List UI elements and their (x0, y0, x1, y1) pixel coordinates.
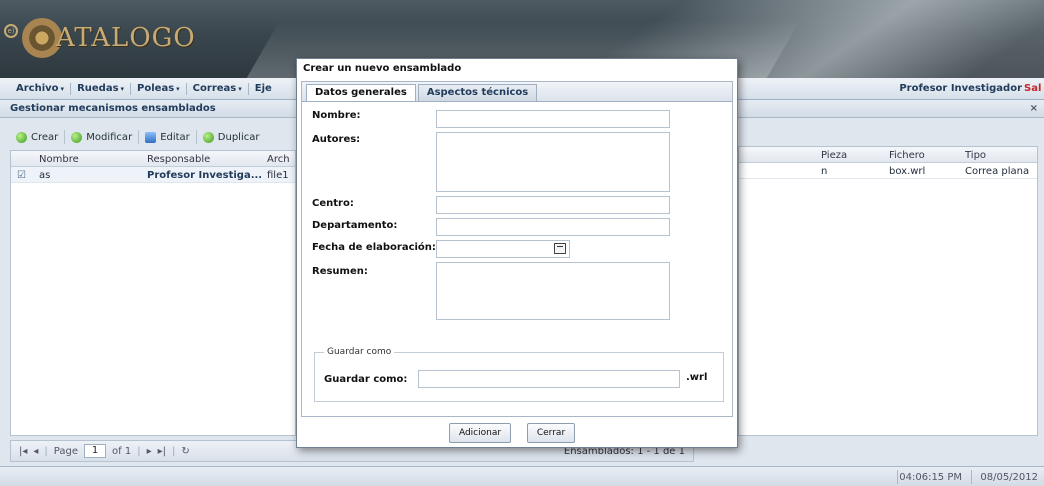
departamento-label: Departamento: (312, 220, 398, 231)
centro-field[interactable] (436, 196, 670, 214)
menu-ruedas-label: Ruedas (77, 82, 119, 94)
cell-responsable: Profesor Investiga... (147, 170, 263, 181)
last-page-icon[interactable]: ▸| (158, 446, 166, 457)
chevron-down-icon: ▾ (176, 84, 180, 93)
column-header-nombre[interactable]: Nombre (39, 154, 79, 165)
close-button[interactable]: Cerrar (527, 423, 575, 443)
column-header-responsable[interactable]: Responsable (147, 154, 210, 165)
modify-label: Modificar (86, 131, 133, 143)
file-extension: .wrl (686, 372, 708, 383)
status-bar: 04:06:15 PM 08/05/2012 (0, 466, 1044, 486)
status-divider (971, 470, 972, 484)
autores-field[interactable] (436, 132, 670, 192)
cell-pieza: n (821, 166, 828, 177)
save-as-legend: Guardar como (324, 347, 395, 357)
create-label: Crear (31, 131, 59, 143)
row-select-icon[interactable]: ☑ (17, 170, 26, 181)
status-time: 04:06:15 PM (899, 472, 962, 483)
cell-archivo: file1 (267, 170, 289, 181)
edit-icon (145, 131, 157, 143)
first-page-icon[interactable]: |◂ (19, 446, 27, 457)
tab-aspectos-tecnicos[interactable]: Aspectos técnicos (417, 84, 538, 101)
dialog-tabs: Datos generales Aspectos técnicos (302, 82, 732, 102)
column-header-archivo[interactable]: Arch (267, 154, 290, 165)
menu-correas-label: Correas (192, 82, 237, 94)
column-header-fichero[interactable]: Fichero (889, 150, 925, 161)
create-button[interactable]: Crear (10, 130, 66, 144)
panel-title: Gestionar mecanismos ensamblados (10, 103, 216, 114)
status-divider (897, 470, 898, 484)
pieces-grid-header: Pieza Fichero Tipo (739, 147, 1037, 163)
pager-divider: | (137, 445, 141, 457)
page-of-label: of 1 (112, 445, 132, 457)
toolbar: Crear Modificar Editar Duplicar (10, 126, 330, 148)
pieces-grid: Pieza Fichero Tipo n box.wrl Correa plan… (738, 146, 1038, 436)
nombre-label: Nombre: (312, 110, 361, 121)
logo-badge: e) (4, 24, 18, 38)
menu-ruedas[interactable]: Ruedas ▾ (71, 82, 132, 95)
save-as-label: Guardar como: (324, 374, 408, 385)
logout-link[interactable]: Salir (1024, 83, 1042, 94)
menu-eje-label: Eje (254, 82, 272, 94)
cell-nombre: as (39, 170, 51, 181)
assemblies-grid: Nombre Responsable Arch ☑ as Profesor In… (10, 150, 296, 436)
cell-tipo: Correa plana (965, 166, 1030, 177)
duplicate-label: Duplicar (217, 131, 260, 143)
status-date: 08/05/2012 (980, 472, 1038, 483)
add-button[interactable]: Adicionar (449, 423, 511, 443)
menu-eje[interactable]: Eje (249, 83, 278, 95)
modify-button[interactable]: Modificar (65, 130, 140, 144)
logo-text: ATALOGO (56, 23, 196, 53)
nombre-field[interactable] (436, 110, 670, 128)
dialog-body: Datos generales Aspectos técnicos Nombre… (301, 81, 733, 417)
centro-label: Centro: (312, 198, 354, 209)
fecha-label: Fecha de elaboración: (312, 242, 436, 253)
fecha-field[interactable] (436, 240, 570, 258)
app-logo: e) ATALOGO (4, 18, 196, 58)
chevron-down-icon: ▾ (60, 84, 65, 93)
dialog-title: Crear un nuevo ensamblado (297, 59, 737, 79)
duplicate-icon (202, 131, 214, 143)
cell-fichero: box.wrl (889, 166, 926, 177)
menu-archivo[interactable]: Archivo ▾ (10, 82, 72, 95)
menu-poleas[interactable]: Poleas ▾ (131, 82, 187, 95)
page-number-input[interactable]: 1 (84, 444, 107, 458)
create-assembly-dialog: Crear un nuevo ensamblado Datos generale… (296, 58, 738, 448)
add-icon (16, 131, 27, 143)
column-header-tipo[interactable]: Tipo (965, 150, 986, 161)
grid-header: Nombre Responsable Arch (11, 151, 295, 167)
departamento-field[interactable] (436, 218, 670, 236)
tab-datos-generales[interactable]: Datos generales (306, 84, 416, 101)
page-label: Page (53, 445, 79, 457)
user-name[interactable]: Profesor Investigador (899, 83, 1022, 94)
edit-button[interactable]: Editar (139, 130, 197, 144)
close-icon[interactable]: × (1030, 100, 1038, 117)
table-row[interactable]: n box.wrl Correa plana (739, 163, 1037, 179)
next-page-icon[interactable]: ▸ (147, 446, 152, 457)
prev-page-icon[interactable]: ◂ (33, 446, 38, 457)
pager-divider: | (172, 445, 176, 457)
edit-label: Editar (160, 131, 190, 143)
pager-divider: | (44, 445, 48, 457)
duplicate-button[interactable]: Duplicar (197, 130, 266, 144)
menu-archivo-label: Archivo (16, 82, 59, 94)
resumen-label: Resumen: (312, 266, 368, 277)
refresh-icon[interactable]: ↻ (181, 446, 189, 457)
column-header-pieza[interactable]: Pieza (821, 150, 847, 161)
save-as-field[interactable] (418, 370, 680, 388)
menu-correas[interactable]: Correas ▾ (187, 82, 249, 95)
table-row[interactable]: ☑ as Profesor Investiga... file1 (11, 167, 295, 183)
autores-label: Autores: (312, 134, 361, 145)
chevron-down-icon: ▾ (120, 84, 125, 93)
chevron-down-icon: ▾ (238, 84, 242, 93)
resumen-field[interactable] (436, 262, 670, 320)
menu-poleas-label: Poleas (137, 82, 175, 94)
modify-icon (71, 131, 83, 143)
calendar-icon[interactable] (554, 243, 566, 254)
